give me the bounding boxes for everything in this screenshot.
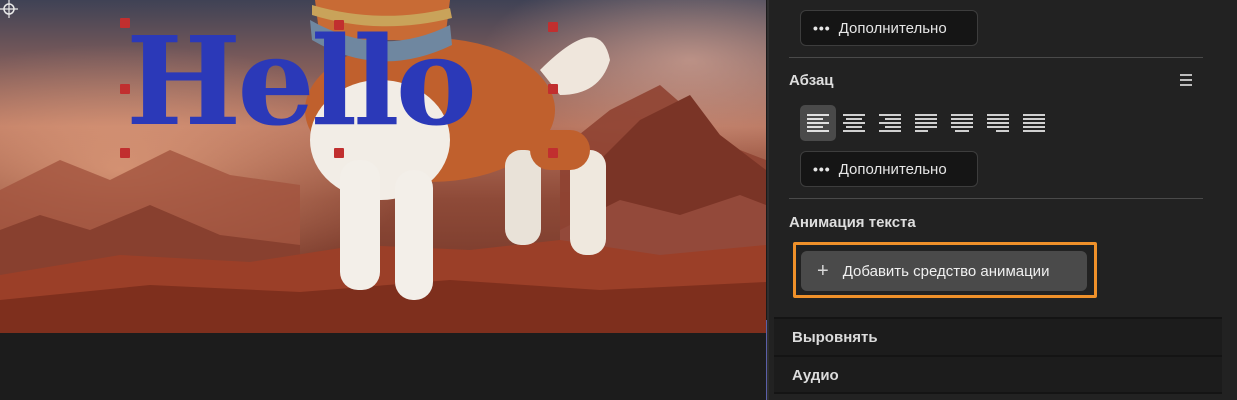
justify-all-button[interactable] [1016,105,1052,141]
ellipsis-icon: ••• [813,20,831,36]
justify-last-center-icon [951,114,973,132]
hamburger-menu-icon[interactable] [1180,74,1192,86]
section-audio-label: Аудио [792,366,839,384]
canvas-surround [0,333,766,400]
more-options-button-top[interactable]: ••• Дополнительно [800,10,978,46]
align-right-icon [879,114,901,132]
section-divider [789,198,1203,199]
align-right-button[interactable] [872,105,908,141]
align-center-icon [843,114,865,132]
section-divider [789,57,1203,58]
transform-handle-top-center[interactable] [334,20,344,30]
paragraph-alignment-group [800,105,1052,141]
justify-all-icon [1023,114,1045,132]
ellipsis-icon: ••• [813,161,831,177]
text-animation-section-title: Анимация текста [789,214,916,231]
anchor-point-icon[interactable] [0,0,18,18]
justify-last-right-icon [987,114,1009,132]
paragraph-more-options-button[interactable]: ••• Дополнительно [800,151,978,187]
more-options-label: Дополнительно [838,19,947,37]
transform-handle-middle-right[interactable] [548,84,558,94]
section-divider [774,392,1222,394]
add-animator-label: Добавить средство анимации [842,262,1050,280]
section-align-label: Выровнять [792,328,878,346]
align-left-button[interactable] [800,105,836,141]
plus-icon: + [817,260,829,282]
more-options-label: Дополнительно [838,160,947,178]
transform-handle-bottom-right[interactable] [548,148,558,158]
transform-handle-bottom-center[interactable] [334,148,344,158]
paragraph-section-title: Абзац [789,72,834,89]
section-align-collapsed[interactable]: Выровнять [774,317,1222,355]
align-left-icon [807,114,829,132]
add-animator-button[interactable]: + Добавить средство анимации [801,251,1087,291]
transform-handle-top-left[interactable] [120,18,130,28]
justify-last-right-button[interactable] [980,105,1016,141]
section-audio-collapsed[interactable]: Аудио [774,355,1222,393]
align-center-button[interactable] [836,105,872,141]
justify-last-left-button[interactable] [908,105,944,141]
transform-handle-top-right[interactable] [548,22,558,32]
video-canvas[interactable]: Hello [0,0,766,333]
properties-panel: ••• Дополнительно Абзац ••• Дополнительн… [767,0,1237,400]
transform-handle-middle-left[interactable] [120,84,130,94]
transform-handle-bottom-left[interactable] [120,148,130,158]
canvas-title-text[interactable]: Hello [126,12,554,150]
justify-last-left-icon [915,114,937,132]
justify-last-center-button[interactable] [944,105,980,141]
